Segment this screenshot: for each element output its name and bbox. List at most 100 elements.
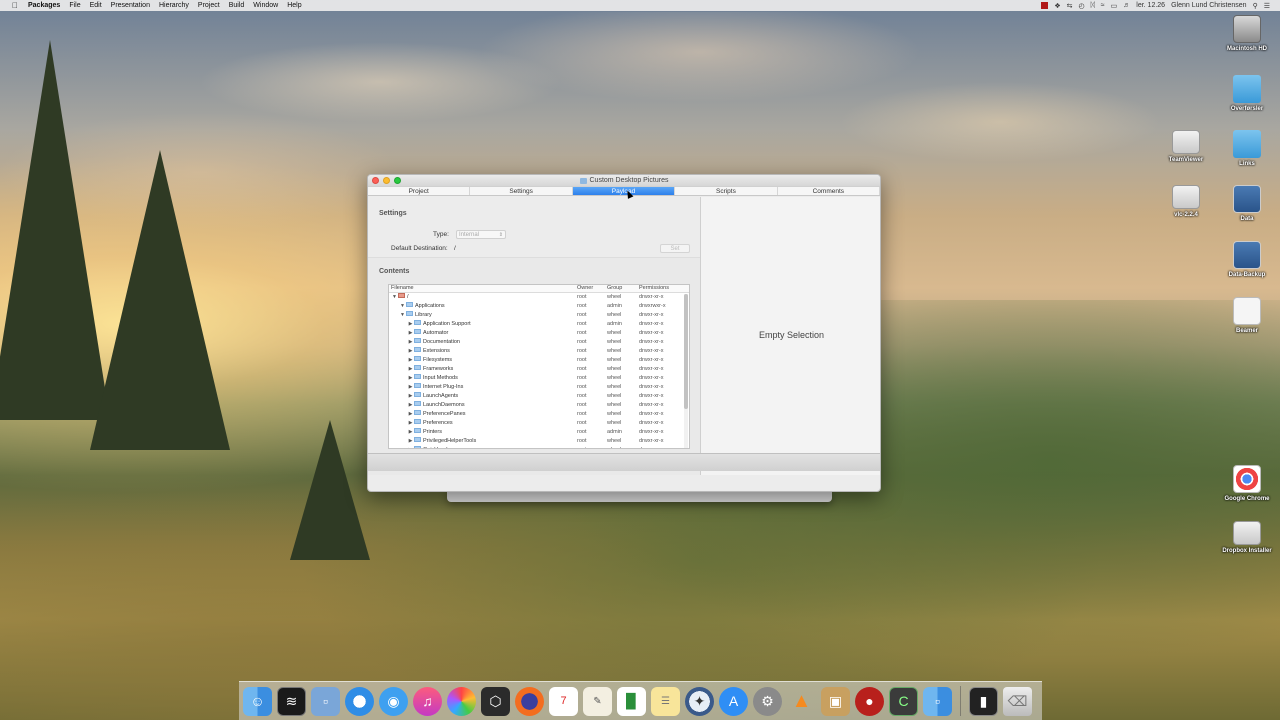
disclosure-triangle-icon[interactable]: ▼ [399, 302, 406, 311]
vertical-scrollbar[interactable] [684, 294, 688, 448]
disclosure-triangle-icon[interactable]: ▶ [407, 410, 414, 419]
notification-center-icon[interactable]: ☰ [1264, 2, 1270, 10]
dock-notes-icon[interactable]: ☰ [651, 686, 680, 716]
desktop-icon-dropbox-installer[interactable]: Dropbox Installer [1217, 521, 1277, 554]
disclosure-triangle-icon[interactable]: ▶ [407, 419, 414, 428]
dock-textedit-icon[interactable]: ✎ [583, 686, 612, 716]
table-row[interactable]: ▶ Filesystems root wheel drwxr-xr-x [389, 356, 689, 365]
dock-system-preferences-icon[interactable]: ⚙ [753, 686, 782, 716]
disclosure-triangle-icon[interactable]: ▶ [407, 329, 414, 338]
time-machine-icon[interactable]: ◴ [1078, 2, 1084, 10]
table-row[interactable]: ▶ LaunchDaemons root wheel drwxr-xr-x [389, 401, 689, 410]
table-row[interactable]: ▼ Library root wheel drwxr-xr-x [389, 311, 689, 320]
table-row[interactable]: ▶ Frameworks root wheel drwxr-xr-x [389, 365, 689, 374]
wifi-icon[interactable]: ≈ [1101, 2, 1105, 9]
dock-firefox-icon[interactable] [515, 686, 544, 716]
desktop-icon-teamviewer[interactable]: TeamViewer [1156, 130, 1216, 163]
menu-window[interactable]: Window [253, 2, 278, 9]
table-row[interactable]: ▶ PrivilegedHelperTools root wheel drwxr-xr-… [389, 437, 689, 446]
menu-help[interactable]: Help [287, 2, 301, 9]
clock-text[interactable]: ler. 12.26 [1136, 2, 1165, 9]
column-header-permissions[interactable]: Permissions [639, 285, 683, 292]
disclosure-triangle-icon[interactable]: ▶ [407, 347, 414, 356]
table-row[interactable]: ▼ / root wheel drwxr-xr-x [389, 293, 689, 302]
table-row[interactable]: ▶ Extensions root wheel drwxr-xr-x [389, 347, 689, 356]
menu-edit[interactable]: Edit [90, 2, 102, 9]
dock-unity-icon[interactable]: ⬡ [481, 686, 510, 716]
desktop-icon-overforsler[interactable]: Overførsler [1217, 75, 1277, 112]
window-titlebar[interactable]: Custom Desktop Pictures [368, 175, 880, 186]
desktop-icon-google-chrome[interactable]: Google Chrome [1217, 465, 1277, 502]
table-row[interactable]: ▶ Internet Plug-Ins root wheel drwxr-xr-x [389, 383, 689, 392]
menu-hierarchy[interactable]: Hierarchy [159, 2, 189, 9]
table-row[interactable]: ▶ LaunchAgents root wheel drwxr-xr-x [389, 392, 689, 401]
disclosure-triangle-icon[interactable]: ▶ [407, 320, 414, 329]
menu-presentation[interactable]: Presentation [111, 2, 150, 9]
dock-console-icon[interactable]: C [889, 686, 918, 716]
tab-project[interactable]: Project [368, 187, 471, 195]
menu-project[interactable]: Project [198, 2, 220, 9]
dock-directory-utility-icon[interactable]: ✦ [685, 686, 714, 716]
menu-file[interactable]: File [69, 2, 80, 9]
dock-finder-icon[interactable]: ☺ [243, 686, 272, 716]
table-row[interactable]: ▶ Printers root admin drwxr-xr-x [389, 428, 689, 437]
table-row[interactable]: ▶ Input Methods root wheel drwxr-xr-x [389, 374, 689, 383]
disclosure-triangle-icon[interactable]: ▶ [407, 437, 414, 446]
dock-photos-icon[interactable] [447, 686, 476, 716]
desktop-icon-macintosh-hd[interactable]: Macintosh HD [1217, 15, 1277, 52]
disclosure-triangle-icon[interactable]: ▶ [407, 428, 414, 437]
teamviewer-icon[interactable]: ⇆ [1067, 2, 1073, 10]
minimize-button[interactable] [383, 177, 390, 184]
spotlight-icon[interactable]: ⚲ [1253, 2, 1258, 10]
disclosure-triangle-icon[interactable]: ▼ [391, 293, 398, 302]
table-row[interactable]: ▶ Automator root wheel drwxr-xr-x [389, 329, 689, 338]
dock-preview-icon[interactable]: ▫ [311, 686, 340, 716]
table-row[interactable]: ▼ Applications root admin drwxrwxr-x [389, 302, 689, 311]
desktop-icon-data-backup[interactable]: Data-Backup [1217, 241, 1277, 278]
payload-outline-view[interactable]: Filename Owner Group Permissions ▼ / root w… [388, 284, 690, 449]
menu-build[interactable]: Build [229, 2, 245, 9]
dock-terminal-icon[interactable]: ▮ [969, 686, 998, 716]
disclosure-triangle-icon[interactable]: ▶ [407, 383, 414, 392]
bluetooth-icon[interactable]: ᛞ [1091, 2, 1095, 9]
zoom-button[interactable] [394, 177, 401, 184]
dock-vlc-icon[interactable]: ▲ [787, 687, 816, 716]
airplay-icon[interactable]: ▭ [1111, 2, 1118, 10]
disclosure-triangle-icon[interactable]: ▶ [407, 392, 414, 401]
dock-safari-icon[interactable]: ➤ [345, 686, 374, 716]
column-header-filename[interactable]: Filename [389, 285, 577, 292]
dock-boxing-icon[interactable]: ● [855, 686, 884, 716]
tab-scripts[interactable]: Scripts [675, 187, 778, 195]
desktop-icon-beamer[interactable]: Beamer [1217, 297, 1277, 334]
dock-packages-icon[interactable]: ▣ [821, 686, 850, 716]
column-header-owner[interactable]: Owner [577, 285, 607, 292]
desktop-icon-vlc[interactable]: vlc-2.2.4 [1156, 185, 1216, 218]
disclosure-triangle-icon[interactable]: ▶ [407, 446, 414, 448]
volume-icon[interactable]: ♬ [1123, 2, 1130, 9]
dock-messages-icon[interactable]: ◉ [379, 686, 408, 716]
dock-activity-monitor-icon[interactable]: ≋ [277, 686, 306, 716]
menu-app-name[interactable]: Packages [28, 2, 60, 9]
desktop-icon-links[interactable]: Links [1217, 130, 1277, 167]
table-row[interactable]: ▶ QuickLook rootwheeldrwxr-xr-x [389, 446, 689, 448]
disclosure-triangle-icon[interactable]: ▶ [407, 401, 414, 410]
dropbox-icon[interactable]: ❖ [1054, 2, 1060, 10]
dock-finder-window-icon[interactable]: ▫ [923, 686, 952, 716]
disclosure-triangle-icon[interactable]: ▶ [407, 374, 414, 383]
dock-calendar-icon[interactable]: 7 [549, 686, 578, 716]
record-icon[interactable] [1041, 2, 1049, 9]
tab-settings[interactable]: Settings [470, 187, 573, 195]
user-name[interactable]: Glenn Lund Christensen [1171, 2, 1247, 9]
table-row[interactable]: ▶ PreferencePanes root wheel drwxr-xr-x [389, 410, 689, 419]
table-row[interactable]: ▶ Application Support root admin drwxr-xr-x [389, 320, 689, 329]
type-popup[interactable]: Internal ⇕ [456, 230, 506, 239]
column-header-group[interactable]: Group [607, 285, 639, 292]
apple-menu-icon[interactable]:  [12, 1, 18, 10]
disclosure-triangle-icon[interactable]: ▶ [407, 356, 414, 365]
table-row[interactable]: ▶ Preferences root wheel drwxr-xr-x [389, 419, 689, 428]
dock-itunes-icon[interactable]: ♫ [413, 686, 442, 716]
disclosure-triangle-icon[interactable]: ▶ [407, 338, 414, 347]
dock-numbers-icon[interactable]: ▉ [617, 686, 646, 716]
table-row[interactable]: ▶ Documentation root wheel drwxr-xr-x [389, 338, 689, 347]
disclosure-triangle-icon[interactable]: ▶ [407, 365, 414, 374]
